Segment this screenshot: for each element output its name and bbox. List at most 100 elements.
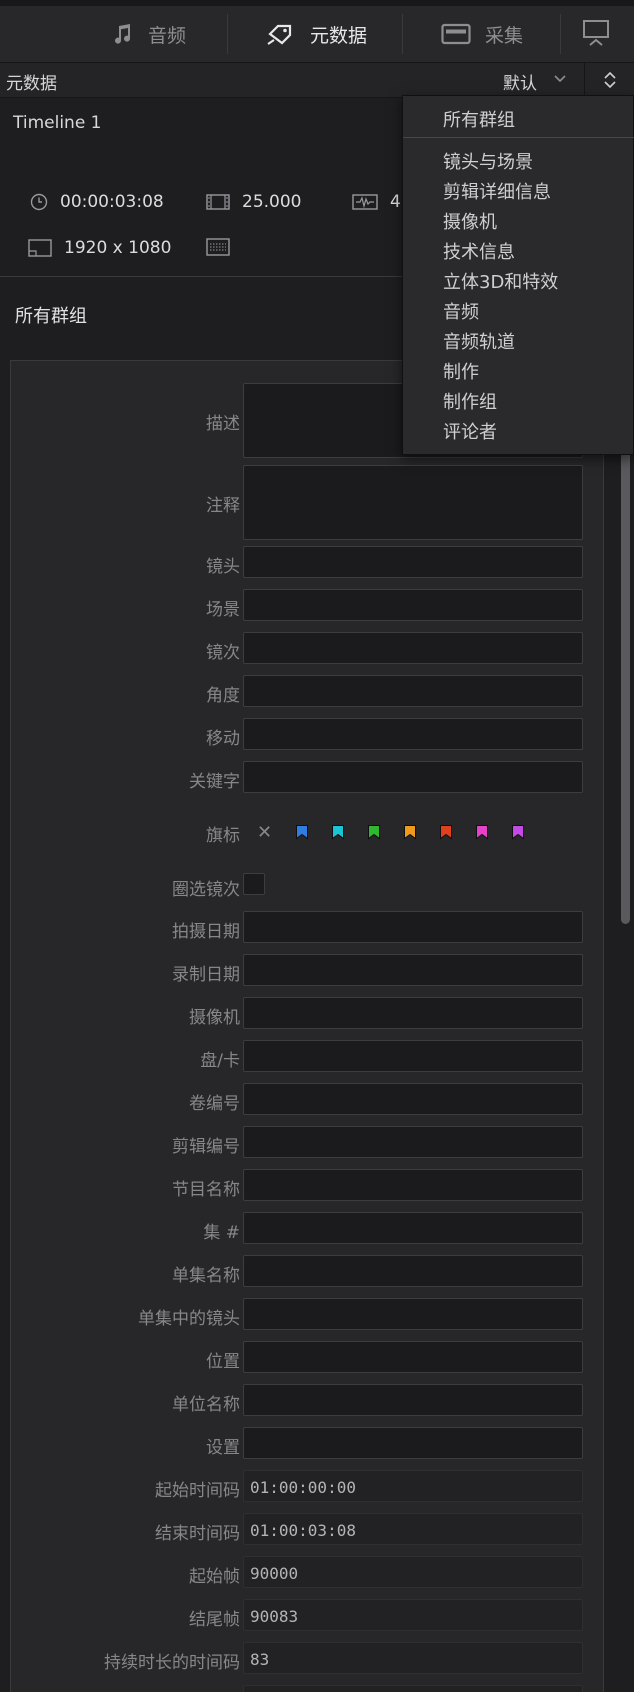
flag-icon-5[interactable] [435,821,457,843]
tab-separator [560,14,561,54]
music-note-icon [110,22,134,46]
resolution-info: 1920 x 1080 [28,238,171,258]
program-name-field[interactable] [243,1169,583,1201]
comments-field[interactable] [243,465,583,540]
menu-item-audio[interactable]: 音频 [443,298,479,324]
flag-picker: ✕ [257,821,543,843]
tab-monitor[interactable] [582,6,624,62]
field-label: 拍摄日期 [172,922,240,942]
end-frame-field: 90083 [243,1599,583,1631]
unit-name-field[interactable] [243,1384,583,1416]
field-label: 起始时间码 [155,1481,240,1501]
flag-icon-3[interactable] [363,821,385,843]
group-dropdown-menu: 所有群组 镜头与场景 剪辑详细信息 摄像机 技术信息 立体3D和特效 音频 音频… [402,95,634,455]
episode-number-field[interactable] [243,1212,583,1244]
partial-field [243,1685,583,1692]
field-label: 描述 [206,414,240,434]
shot-in-episode-field[interactable] [243,1298,583,1330]
duration-info: 00:00:03:08 [30,192,164,212]
field-label: 注释 [206,496,240,516]
tab-metadata-label: 元数据 [310,24,368,47]
record-date-field[interactable] [243,954,583,986]
menu-item-stereo-vfx[interactable]: 立体3D和特效 [443,268,558,294]
card-field[interactable] [243,1040,583,1072]
flag-icon-4[interactable] [399,821,421,843]
tab-capture[interactable]: 采集 [441,6,523,62]
scrollbar-thumb[interactable] [621,430,630,924]
menu-item-technical[interactable]: 技术信息 [443,238,515,264]
location-field[interactable] [243,1341,583,1373]
field-label: 结束时间码 [155,1524,240,1544]
camera-field[interactable] [243,997,583,1029]
capture-icon [441,23,471,45]
field-label: 场景 [206,600,240,620]
shoot-date-field[interactable] [243,911,583,943]
monitor-icon [582,19,610,49]
field-label: 结尾帧 [189,1610,240,1630]
sort-button[interactable] [584,63,634,97]
field-label: 旗标 [206,826,240,846]
keywords-field[interactable] [243,761,583,793]
preset-selector[interactable]: 默认 [503,69,537,94]
field-label: 起始帧 [189,1567,240,1587]
menu-item-camera[interactable]: 摄像机 [443,208,497,234]
metadata-form: 描述 注释 镜头 场景 镜次 角度 移动 关键字 旗标 ✕ 圈选镜次 拍摄日期 … [10,360,604,1692]
menu-item-reviewers[interactable]: 评论者 [443,418,497,444]
panel-title: 元数据 [6,74,57,94]
flag-icon-2[interactable] [327,821,349,843]
waveform-icon [352,194,378,210]
field-label: 剪辑编号 [172,1137,240,1157]
flag-icon-7[interactable] [507,821,529,843]
end-timecode-field: 01:00:03:08 [243,1513,583,1545]
menu-item-clip-details[interactable]: 剪辑详细信息 [443,178,551,204]
edit-number-field[interactable] [243,1126,583,1158]
circled-take-checkbox[interactable] [243,873,265,895]
field-label: 关键字 [189,772,240,792]
field-label: 盘/卡 [200,1051,240,1071]
setup-field[interactable] [243,1427,583,1459]
field-label: 镜次 [206,643,240,663]
start-frame-field: 90000 [243,1556,583,1588]
scene-field[interactable] [243,589,583,621]
start-timecode-field: 01:00:00:00 [243,1470,583,1502]
clear-flag-icon[interactable]: ✕ [257,822,272,843]
flag-icon-6[interactable] [471,821,493,843]
tab-audio[interactable]: 音频 [110,6,186,62]
clip-name: Timeline 1 [13,113,102,133]
move-field[interactable] [243,718,583,750]
group-title: 所有群组 [15,306,87,327]
menu-item-production-crew[interactable]: 制作组 [443,388,497,414]
menu-item-audio-tracks[interactable]: 音频轨道 [443,328,515,354]
clip-fps: 25.000 [242,192,302,212]
field-label: 节目名称 [172,1180,240,1200]
take-field[interactable] [243,632,583,664]
tab-metadata[interactable]: 元数据 [266,6,367,62]
metadata-tag-icon [266,22,296,46]
sort-arrows-icon [603,71,616,89]
tab-capture-label: 采集 [485,24,524,47]
field-label: 持续时长的时间码 [104,1653,240,1673]
menu-separator [403,137,634,138]
resolution-icon [28,239,52,257]
angle-field[interactable] [243,675,583,707]
menu-item-shot-scene[interactable]: 镜头与场景 [443,148,533,174]
episode-name-field[interactable] [243,1255,583,1287]
shot-field[interactable] [243,546,583,578]
field-label: 角度 [206,686,240,706]
flag-icon-1[interactable] [291,821,313,843]
clip-resolution: 1920 x 1080 [64,238,172,258]
reel-number-field[interactable] [243,1083,583,1115]
codec-info [206,238,242,256]
film-strip-icon [206,194,230,210]
menu-item-production[interactable]: 制作 [443,358,479,384]
chevron-down-icon[interactable] [552,71,568,91]
metadata-header: 元数据 默认 [0,62,634,98]
panel-tab-bar: 音频 元数据 采集 [0,0,634,62]
field-label: 移动 [206,729,240,749]
keyboard-icon [206,238,230,256]
menu-item-all-groups[interactable]: 所有群组 [443,106,515,132]
field-label: 单集中的镜头 [138,1309,240,1329]
field-label: 镜头 [206,557,240,577]
field-label: 单位名称 [172,1395,240,1415]
field-label: 圈选镜次 [172,880,240,900]
